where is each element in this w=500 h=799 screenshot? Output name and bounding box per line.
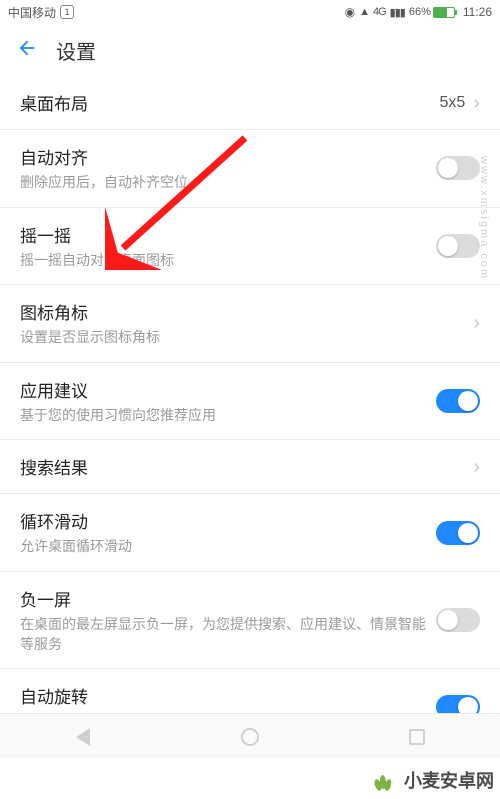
nav-recents-button[interactable]: [404, 724, 430, 750]
row-title: 搜索结果: [20, 454, 473, 479]
row-icon-badge[interactable]: 图标角标 设置是否显示图标角标 ›: [0, 285, 500, 363]
battery-icon: [433, 7, 455, 18]
toggle-app-suggestions[interactable]: [436, 389, 480, 413]
row-subtitle: 在桌面的最左屏显示负一屏，为您提供搜索、应用建议、情景智能等服务: [20, 615, 436, 654]
status-right: ◉ ▲ 4G ▮▮▮ 66% 11:26: [345, 5, 492, 19]
app-header: 设置: [0, 24, 500, 76]
row-value: 5x5: [440, 94, 466, 112]
row-subtitle: 设置是否显示图标角标: [20, 328, 473, 348]
sim-slot-badge: 1: [60, 5, 74, 19]
row-shake[interactable]: 摇一摇 摇一摇自动对齐桌面图标: [0, 208, 500, 286]
row-minus-one-screen[interactable]: 负一屏 在桌面的最左屏显示负一屏，为您提供搜索、应用建议、情景智能等服务: [0, 572, 500, 669]
triangle-back-icon: [76, 728, 90, 746]
circle-home-icon: [241, 728, 259, 746]
back-button[interactable]: [16, 37, 38, 64]
row-app-suggestions[interactable]: 应用建议 基于您的使用习惯向您推荐应用: [0, 363, 500, 441]
row-subtitle: 基于您的使用习惯向您推荐应用: [20, 406, 436, 426]
system-nav-bar: [0, 713, 500, 759]
watermark: 小麦安卓网: [368, 765, 494, 795]
status-left: 中国移动 1: [8, 4, 74, 21]
battery-percent: 66%: [409, 6, 431, 18]
eye-comfort-icon: ◉: [345, 5, 355, 19]
row-title: 负一屏: [20, 586, 436, 611]
chevron-right-icon: ›: [473, 313, 480, 333]
square-recents-icon: [409, 729, 425, 745]
clock: 11:26: [463, 5, 492, 19]
toggle-minus-one-screen[interactable]: [436, 608, 480, 632]
row-title: 桌面布局: [20, 90, 440, 115]
toggle-loop-scroll[interactable]: [436, 521, 480, 545]
watermark-url: www.xmsigma.com: [478, 156, 490, 280]
row-title: 循环滑动: [20, 508, 436, 533]
chevron-right-icon: ›: [473, 93, 480, 113]
settings-list: 桌面布局 5x5 › 自动对齐 删除应用后，自动补齐空位 摇一摇 摇一摇自动对齐…: [0, 76, 500, 747]
watermark-text: 小麦安卓网: [404, 767, 494, 793]
toggle-auto-align[interactable]: [436, 156, 480, 180]
page-title: 设置: [56, 36, 96, 65]
status-bar: 中国移动 1 ◉ ▲ 4G ▮▮▮ 66% 11:26: [0, 0, 500, 24]
nav-home-button[interactable]: [237, 724, 263, 750]
row-desktop-layout[interactable]: 桌面布局 5x5 ›: [0, 76, 500, 130]
carrier-label: 中国移动: [8, 4, 56, 21]
toggle-shake[interactable]: [436, 234, 480, 258]
wifi-icon: ▲: [359, 6, 369, 18]
arrow-left-icon: [16, 37, 38, 59]
row-title: 图标角标: [20, 299, 473, 324]
signal-icon: ▮▮▮: [390, 6, 405, 19]
row-subtitle: 摇一摇自动对齐桌面图标: [20, 251, 436, 271]
row-auto-align[interactable]: 自动对齐 删除应用后，自动补齐空位: [0, 130, 500, 208]
row-title: 应用建议: [20, 377, 436, 402]
network-type-label: 4G: [373, 6, 386, 18]
row-subtitle: 允许桌面循环滑动: [20, 537, 436, 557]
row-title: 自动对齐: [20, 144, 436, 169]
chevron-right-icon: ›: [473, 457, 480, 477]
wheat-logo-icon: [368, 765, 398, 795]
row-title: 自动旋转: [20, 683, 436, 708]
row-subtitle: 删除应用后，自动补齐空位: [20, 173, 436, 193]
battery-indicator: 66%: [409, 6, 455, 18]
row-loop-scroll[interactable]: 循环滑动 允许桌面循环滑动: [0, 494, 500, 572]
nav-back-button[interactable]: [70, 724, 96, 750]
row-search-results[interactable]: 搜索结果 ›: [0, 440, 500, 494]
row-title: 摇一摇: [20, 222, 436, 247]
